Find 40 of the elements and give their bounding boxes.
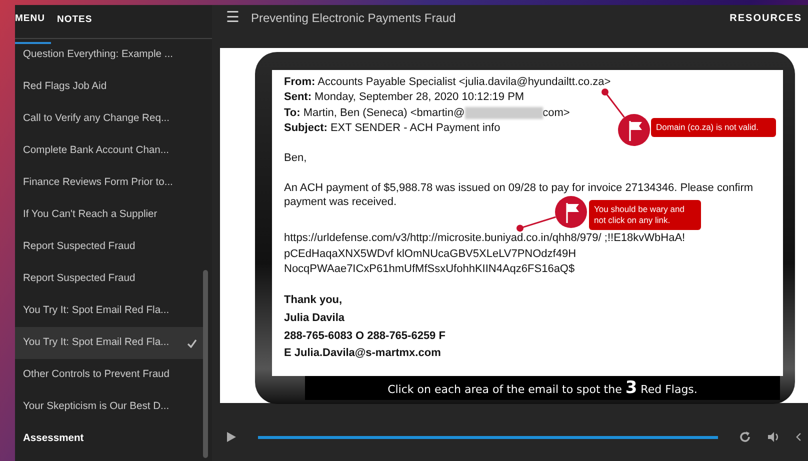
link-text: NocqPWAae7ICxP61hmUfMfSsxUfohhKIIN4Aqz6FS16aQ$ [284, 262, 575, 278]
menu-item[interactable]: If You Can't Reach a Supplier [15, 199, 205, 231]
flag-tooltip: Domain (co.za) is not valid. [651, 118, 776, 137]
menu-item[interactable]: You Try It: Spot Email Red Fla... [15, 295, 205, 327]
menu-item[interactable]: Red Flags Job Aid [15, 71, 205, 103]
menu-item[interactable]: Report Suspected Fraud [15, 231, 205, 263]
email-header-line: com> [542, 106, 570, 119]
greeting-text: Ben, [284, 151, 307, 166]
play-icon[interactable] [224, 430, 238, 444]
email-header-line: Sent: Monday, September 28, 2020 10:12:19 PM [284, 90, 524, 106]
email-body-text: An ACH payment of $5,988.78 was issued on 09/28 to pay for invoice 27134346. Please confirm [284, 182, 754, 196]
progress-bar[interactable] [258, 436, 718, 438]
resources-link[interactable]: RESOURCES [730, 8, 802, 30]
scrollbar[interactable] [203, 270, 208, 458]
menu-item[interactable]: Your Skepticism is Our Best D... [15, 391, 205, 423]
signature-line: 288-765-6083 O 288-765-6259 F [284, 328, 446, 344]
signature-line: E Julia.Davila@s-martmx.com [284, 346, 441, 362]
course-title: Preventing Electronic Payments Fraud [251, 10, 457, 27]
replay-icon[interactable] [738, 430, 752, 444]
instruction-text: Click on each area of the email to spot the 3 Red Flags. [305, 376, 780, 400]
menu-item[interactable]: Assessment [15, 423, 205, 455]
menu-item[interactable]: Other Controls to Prevent Fraud [15, 359, 205, 391]
menu-item[interactable]: Call to Verify any Change Req... [15, 103, 205, 135]
flag-tooltip: You should be wary and not click on any link. [589, 200, 701, 230]
flag-icon[interactable] [555, 196, 587, 228]
signature-line: Thank you, [284, 293, 342, 308]
menu-item[interactable]: You Try It: Spot Email Red Fla... [15, 327, 205, 359]
menu-item[interactable]: Complete Bank Account Chan... [15, 135, 205, 167]
link-text: pCEdHaqaXNX5WDvf klOmNUcaGBV5XLeLV7PNOdzf49H [284, 246, 576, 262]
signature-line: Julia Davila [284, 311, 345, 326]
email-header-line: To: Martin, Ben (Seneca) <bmartin@ [284, 106, 465, 119]
link-text: https://urldefense.com/v3/http://microsite.buniyad.co.in/qhh8/979/ ;!!E18kvWbHaA! [284, 231, 686, 246]
email-header-line: Subject: EXT SENDER - ACH Payment info [284, 120, 500, 136]
email-body-text: payment was received. [284, 196, 396, 210]
email-header-line: From: Accounts Payable Specialist <julia.davila@hyundailtt.co.za> [284, 75, 611, 90]
volume-icon[interactable] [766, 430, 780, 444]
flag-icon[interactable] [618, 114, 650, 146]
menu-item[interactable]: Finance Reviews Form Prior to... [15, 167, 205, 199]
sidebar-tab[interactable]: MENU [15, 11, 51, 44]
menu-item[interactable]: Report Suspected Fraud [15, 263, 205, 295]
